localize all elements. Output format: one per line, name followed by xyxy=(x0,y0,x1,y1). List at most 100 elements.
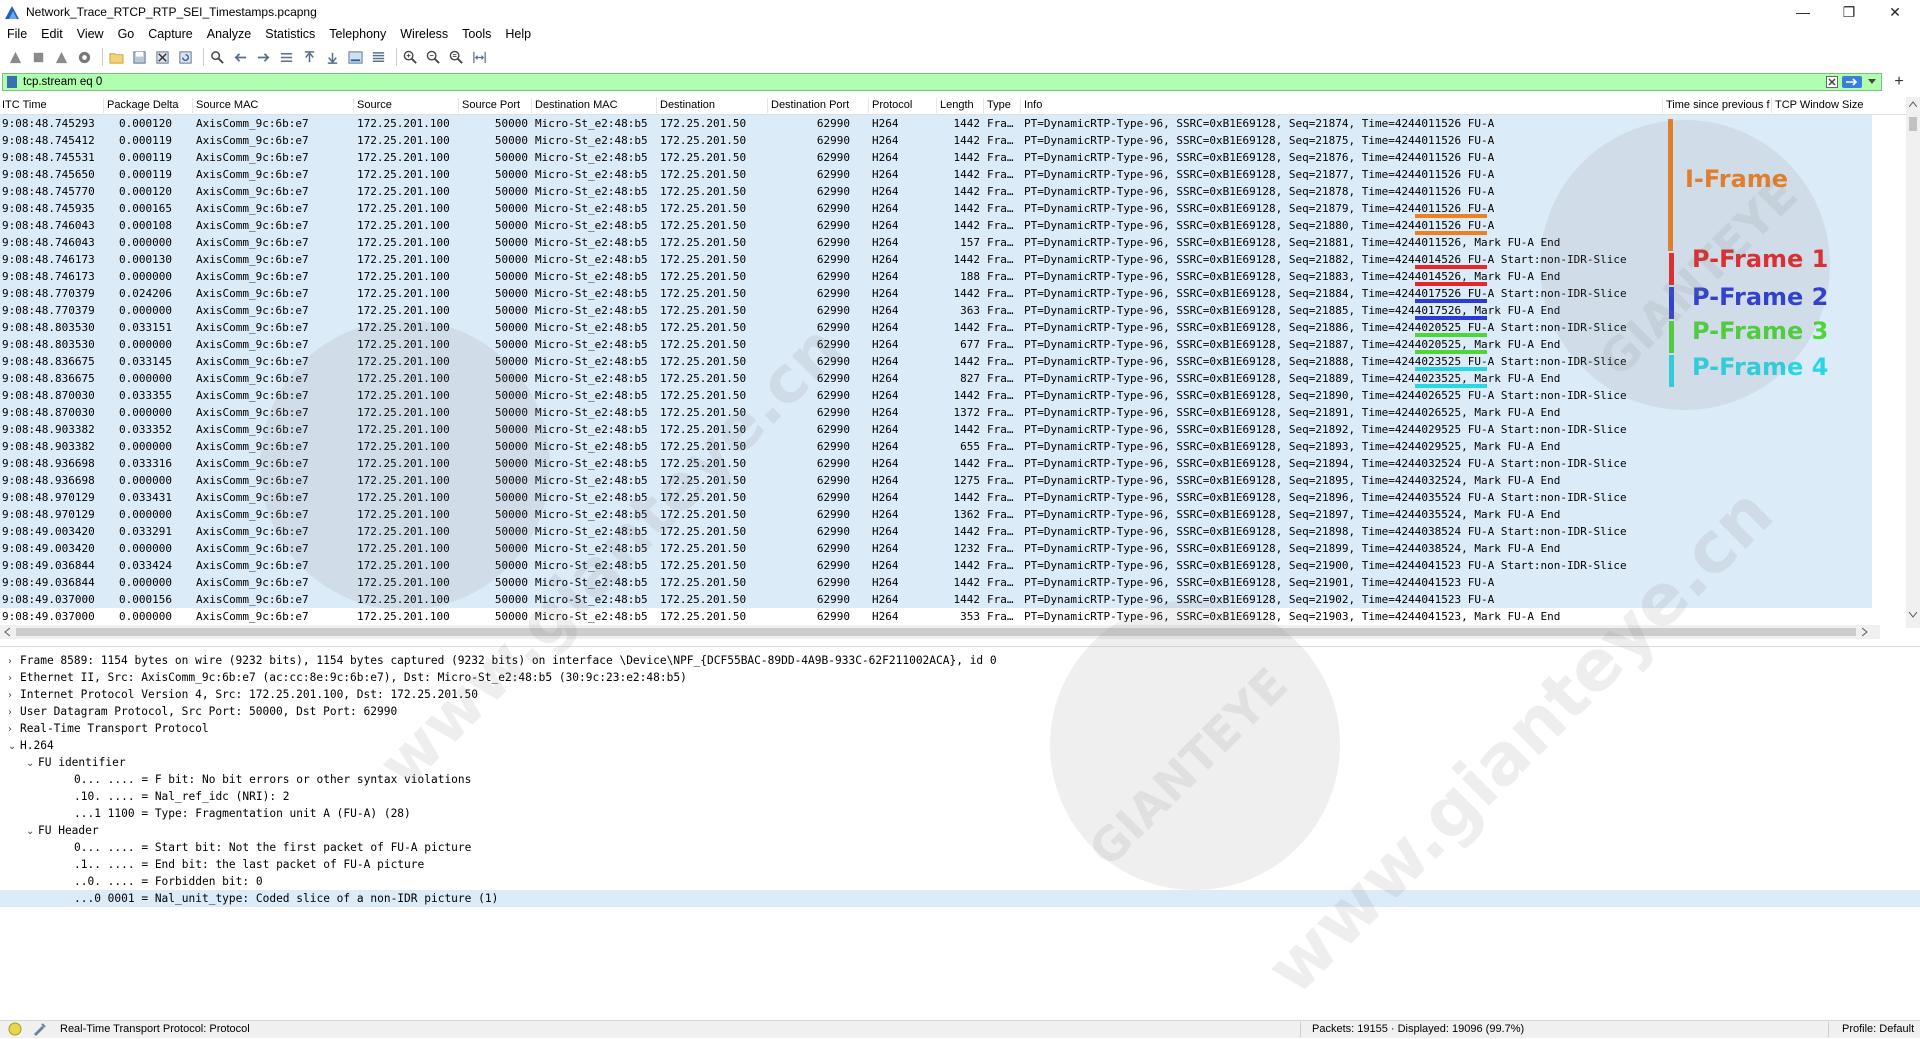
close-file-icon[interactable] xyxy=(153,48,171,66)
go-back-icon[interactable] xyxy=(231,48,249,66)
menu-wireless[interactable]: Wireless xyxy=(393,27,455,41)
column-divider[interactable] xyxy=(1020,98,1021,113)
menu-file[interactable]: File xyxy=(0,27,34,41)
column-divider[interactable] xyxy=(531,98,532,113)
detail-tree-field[interactable]: .10. .... = Nal_ref_idc (NRI): 2 xyxy=(62,788,290,805)
packet-row[interactable]: 9:08:48.970129 0.033431 AxisComm_9c:6b:e7 1… xyxy=(0,489,1872,506)
detail-tree-node[interactable]: ⌄ FU identifier xyxy=(26,754,126,771)
apply-filter-icon[interactable] xyxy=(1841,74,1863,90)
chevron-right-icon[interactable]: › xyxy=(8,653,20,670)
packet-row[interactable]: 9:08:48.746043 0.000000 AxisComm_9c:6b:e7 1… xyxy=(0,234,1872,251)
detail-tree-node[interactable]: ⌄ H.264 xyxy=(8,737,54,754)
menu-analyze[interactable]: Analyze xyxy=(200,27,258,41)
menu-capture[interactable]: Capture xyxy=(141,27,199,41)
zoom-normal-icon[interactable] xyxy=(447,48,465,66)
last-packet-icon[interactable] xyxy=(323,48,341,66)
chevron-down-icon[interactable]: ⌄ xyxy=(26,823,38,840)
capture-options-icon[interactable] xyxy=(75,48,93,66)
column-divider[interactable] xyxy=(1662,98,1663,113)
detail-tree-node[interactable]: › Ethernet II, Src: AxisComm_9c:6b:e7 (ac… xyxy=(8,669,687,686)
packet-row[interactable]: 9:08:48.803530 0.033151 AxisComm_9c:6b:e7 1… xyxy=(0,319,1872,336)
first-packet-icon[interactable] xyxy=(300,48,318,66)
detail-tree-field[interactable]: ...0 0001 = Nal_unit_type: Coded slice o… xyxy=(62,890,498,907)
close-button[interactable]: ✕ xyxy=(1872,0,1918,24)
capture-comment-icon[interactable] xyxy=(32,1022,46,1039)
packet-row[interactable]: 9:08:49.036844 0.033424 AxisComm_9c:6b:e7 1… xyxy=(0,557,1872,574)
menu-view[interactable]: View xyxy=(70,27,111,41)
column-divider[interactable] xyxy=(458,98,459,113)
column-divider[interactable] xyxy=(656,98,657,113)
packet-row[interactable]: 9:08:48.745650 0.000119 AxisComm_9c:6b:e7 1… xyxy=(0,166,1872,183)
packet-row[interactable]: 9:08:48.746043 0.000108 AxisComm_9c:6b:e7 1… xyxy=(0,217,1872,234)
clear-filter-icon[interactable] xyxy=(1823,74,1841,90)
packet-row[interactable]: 9:08:48.836675 0.000000 AxisComm_9c:6b:e7 1… xyxy=(0,370,1872,387)
reload-icon[interactable] xyxy=(176,48,194,66)
menu-telephony[interactable]: Telephony xyxy=(322,27,393,41)
column-header-destination[interactable]: Destination xyxy=(660,99,715,111)
column-header-source-mac[interactable]: Source MAC xyxy=(196,99,258,111)
packet-row[interactable]: 9:08:48.903382 0.033352 AxisComm_9c:6b:e7 1… xyxy=(0,421,1872,438)
chevron-right-icon[interactable]: › xyxy=(8,704,20,721)
packet-row[interactable]: 9:08:48.903382 0.000000 AxisComm_9c:6b:e7 1… xyxy=(0,438,1872,455)
filter-history-chevron-down-icon[interactable] xyxy=(1863,74,1881,90)
detail-tree-node[interactable]: › Frame 8589: 1154 bytes on wire (9232 bi… xyxy=(8,652,997,669)
detail-tree-node[interactable]: ⌄ FU Header xyxy=(26,822,99,839)
packet-row[interactable]: 9:08:48.936698 0.033316 AxisComm_9c:6b:e7 1… xyxy=(0,455,1872,472)
save-icon[interactable] xyxy=(130,48,148,66)
packet-row[interactable]: 9:08:48.770379 0.000000 AxisComm_9c:6b:e7 1… xyxy=(0,302,1872,319)
expert-info-icon[interactable] xyxy=(8,1022,22,1039)
find-icon[interactable] xyxy=(208,48,226,66)
detail-tree-field[interactable]: 0... .... = F bit: No bit errors or othe… xyxy=(62,771,471,788)
menu-statistics[interactable]: Statistics xyxy=(258,27,322,41)
column-header-protocol[interactable]: Protocol xyxy=(872,99,912,111)
colorize-icon[interactable] xyxy=(369,48,387,66)
column-header-package-delta[interactable]: Package Delta xyxy=(107,99,179,111)
column-header-time-since-previous-f[interactable]: Time since previous f xyxy=(1666,99,1770,111)
packet-row[interactable]: 9:08:48.803530 0.000000 AxisComm_9c:6b:e7 1… xyxy=(0,336,1872,353)
restart-icon[interactable] xyxy=(52,48,70,66)
column-divider[interactable] xyxy=(868,98,869,113)
horizontal-scroll-thumb[interactable] xyxy=(16,628,1856,636)
detail-tree-field[interactable]: ..0. .... = Forbidden bit: 0 xyxy=(62,873,263,890)
column-header-destination-port[interactable]: Destination Port xyxy=(771,99,849,111)
scroll-down-icon[interactable] xyxy=(1909,612,1917,618)
chevron-right-icon[interactable]: › xyxy=(8,670,20,687)
bookmark-icon[interactable] xyxy=(7,76,17,88)
packet-row[interactable]: 9:08:48.745412 0.000119 AxisComm_9c:6b:e7 1… xyxy=(0,132,1872,149)
go-to-packet-icon[interactable] xyxy=(277,48,295,66)
scroll-right-icon[interactable] xyxy=(1862,628,1868,636)
packet-row[interactable]: 9:08:48.870030 0.033355 AxisComm_9c:6b:e7 1… xyxy=(0,387,1872,404)
menu-tools[interactable]: Tools xyxy=(455,27,498,41)
column-header-itc-time[interactable]: ITC Time xyxy=(2,99,47,111)
packet-row[interactable]: 9:08:48.745293 0.000120 AxisComm_9c:6b:e7 1… xyxy=(0,115,1872,132)
packet-row[interactable]: 9:08:49.003420 0.000000 AxisComm_9c:6b:e7 1… xyxy=(0,540,1872,557)
column-header-source[interactable]: Source xyxy=(357,99,392,111)
go-forward-icon[interactable] xyxy=(254,48,272,66)
packet-row[interactable]: 9:08:48.836675 0.033145 AxisComm_9c:6b:e7 1… xyxy=(0,353,1872,370)
vertical-scroll-thumb[interactable] xyxy=(1909,117,1917,131)
packet-list-vertical-scrollbar[interactable] xyxy=(1906,97,1920,628)
column-header-tcp-window-size[interactable]: TCP Window Size xyxy=(1775,99,1863,111)
menu-edit[interactable]: Edit xyxy=(34,27,70,41)
column-divider[interactable] xyxy=(1771,98,1772,113)
detail-tree-field[interactable]: 0... .... = Start bit: Not the first pac… xyxy=(62,839,471,856)
column-divider[interactable] xyxy=(767,98,768,113)
minimize-button[interactable]: — xyxy=(1780,0,1826,24)
resize-columns-icon[interactable] xyxy=(470,48,488,66)
zoom-in-icon[interactable] xyxy=(401,48,419,66)
restore-button[interactable]: ❐ xyxy=(1826,0,1872,24)
chevron-down-icon[interactable]: ⌄ xyxy=(26,755,38,772)
packet-row[interactable]: 9:08:48.970129 0.000000 AxisComm_9c:6b:e7 1… xyxy=(0,506,1872,523)
packet-row[interactable]: 9:08:48.770379 0.024206 AxisComm_9c:6b:e7 1… xyxy=(0,285,1872,302)
chevron-down-icon[interactable]: ⌄ xyxy=(8,738,20,755)
display-filter-input[interactable] xyxy=(3,73,1823,91)
packet-row[interactable]: 9:08:48.745935 0.000165 AxisComm_9c:6b:e7 1… xyxy=(0,200,1872,217)
chevron-right-icon[interactable]: › xyxy=(8,687,20,704)
column-header-source-port[interactable]: Source Port xyxy=(462,99,520,111)
detail-tree-field[interactable]: .1.. .... = End bit: the last packet of … xyxy=(62,856,424,873)
column-header-length[interactable]: Length xyxy=(940,99,974,111)
column-divider[interactable] xyxy=(192,98,193,113)
packet-row[interactable]: 9:08:49.037000 0.000156 AxisComm_9c:6b:e7 1… xyxy=(0,591,1872,608)
column-divider[interactable] xyxy=(103,98,104,113)
scroll-left-icon[interactable] xyxy=(4,628,10,636)
